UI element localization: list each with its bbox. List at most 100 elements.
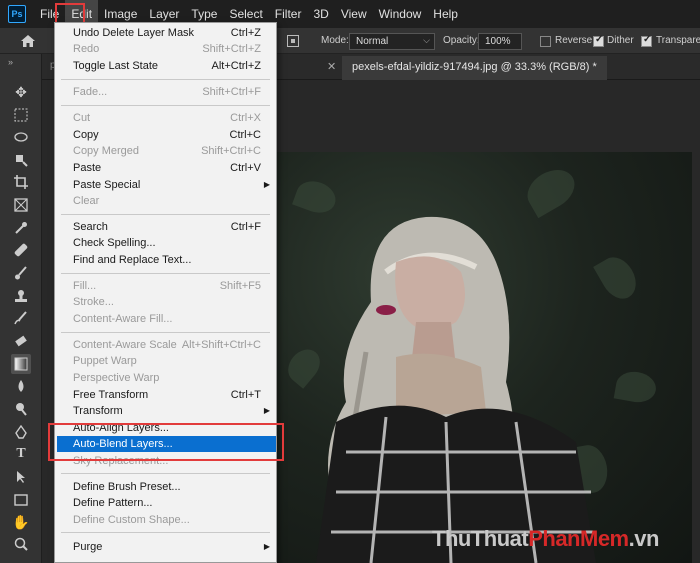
dither-checkbox[interactable] [593,34,604,47]
menu-item-puppet-warp[interactable]: Puppet Warp [55,353,276,369]
marquee-tool-icon[interactable] [11,105,31,125]
menu-item-label: Search [73,221,108,233]
menu-item-label: Redo [73,43,100,55]
menu-item-copy[interactable]: Copy Ctrl+C [55,127,276,143]
menu-item-content-aware-scale[interactable]: Content-Aware Scale Alt+Shift+Ctrl+C [55,337,276,353]
menu-3d[interactable]: 3D [307,0,334,28]
menu-item-label: Toggle Last State [73,60,159,72]
menu-item-label: Transform [73,405,123,417]
menu-item-content-aware-fill[interactable]: Content-Aware Fill... [55,311,276,327]
menu-separator [61,332,270,333]
menu-item-fade[interactable]: Fade... Shift+Ctrl+F [55,84,276,100]
reverse-label: Reverse [555,35,593,46]
chevron-down-icon: ⌵ [423,35,430,45]
menu-item-find-replace[interactable]: Find and Replace Text... [55,252,276,268]
opacity-input[interactable]: 100% [478,33,522,50]
transparency-label: Transparer [656,35,700,46]
menu-item-undo[interactable]: Undo Delete Layer Mask Ctrl+Z [55,25,276,41]
menu-item-cut[interactable]: Cut Ctrl+X [55,110,276,126]
menu-item-shortcut: Ctrl+C [229,129,261,141]
auto-blend-annotation-box [48,423,284,461]
dodge-tool-icon[interactable] [11,399,31,419]
menu-item-paste-special[interactable]: Paste Special ▶ [55,177,276,193]
menu-item-purge[interactable]: Purge ▶ [55,539,276,555]
blur-tool-icon[interactable] [11,376,31,396]
menu-item-define-brush-preset[interactable]: Define Brush Preset... [55,479,276,495]
watermark-logo: ThuThuatPhanMem.vn [432,526,659,552]
menu-separator [61,273,270,274]
home-icon[interactable] [20,33,36,49]
menu-item-copy-merged[interactable]: Copy Merged Shift+Ctrl+C [55,143,276,159]
type-tool-icon[interactable]: T [11,444,31,464]
menu-item-search[interactable]: Search Ctrl+F [55,219,276,235]
menu-item-stroke[interactable]: Stroke... [55,294,276,310]
menu-item-label: Content-Aware Scale [73,339,177,351]
menu-item-clear[interactable]: Clear [55,193,276,209]
menu-item-paste[interactable]: Paste Ctrl+V [55,160,276,176]
watermark-part: PhanMem [528,526,629,551]
menu-view[interactable]: View [335,0,373,28]
menu-separator [61,79,270,80]
submenu-arrow-icon: ▶ [263,406,270,415]
menu-item-define-custom-shape[interactable]: Define Custom Shape... [55,512,276,528]
collapse-icon[interactable]: » [8,57,13,67]
menu-item-label: Check Spelling... [73,237,156,249]
menu-window[interactable]: Window [373,0,428,28]
menu-item-transform[interactable]: Transform ▶ [55,403,276,419]
clone-stamp-tool-icon[interactable] [11,286,31,306]
menu-item-label: Fade... [73,86,108,98]
menu-item-label: Perspective Warp [73,372,160,384]
healing-brush-tool-icon[interactable] [11,240,31,260]
menu-item-free-transform[interactable]: Free Transform Ctrl+T [55,387,276,403]
menu-item-perspective-warp[interactable]: Perspective Warp [55,370,276,386]
path-selection-tool-icon[interactable] [11,467,31,487]
history-brush-tool-icon[interactable] [11,308,31,328]
menu-item-label: Define Brush Preset... [73,481,181,493]
menu-item-shortcut: Shift+Ctrl+F [202,86,261,98]
menu-help[interactable]: Help [427,0,464,28]
menu-separator [61,214,270,215]
close-icon[interactable]: ✕ [327,60,336,73]
menu-item-label: Cut [73,112,91,124]
menu-item-shortcut: Ctrl+T [230,389,261,401]
menu-item-check-spelling[interactable]: Check Spelling... [55,235,276,251]
menu-item-toggle-last-state[interactable]: Toggle Last State Alt+Ctrl+Z [55,58,276,74]
zoom-tool-icon[interactable] [11,534,31,554]
frame-tool-icon[interactable] [11,195,31,215]
gradient-tool-icon[interactable] [11,354,31,374]
submenu-arrow-icon: ▶ [263,542,270,551]
menu-item-label: Content-Aware Fill... [73,313,173,325]
menu-item-define-pattern[interactable]: Define Pattern... [55,495,276,511]
rectangle-tool-icon[interactable] [11,490,31,510]
menu-item-fill[interactable]: Fill... Shift+F5 [55,278,276,294]
menu-item-shortcut: Shift+F5 [219,280,261,292]
menu-item-label: Define Custom Shape... [73,514,190,526]
eyedropper-tool-icon[interactable] [11,218,31,238]
menu-item-label: Clear [73,195,100,207]
menu-item-label: Paste [73,162,102,174]
menu-item-redo[interactable]: Redo Shift+Ctrl+Z [55,41,276,57]
menu-item-shortcut: Alt+Shift+Ctrl+C [181,339,261,351]
menu-item-label: Undo Delete Layer Mask [73,27,195,39]
crop-tool-icon[interactable] [11,172,31,192]
eraser-tool-icon[interactable] [11,331,31,351]
menu-item-label: Find and Replace Text... [73,254,192,266]
hand-tool-icon[interactable]: ✋ [11,512,31,532]
gradient-type-icon[interactable] [287,35,299,47]
reverse-checkbox[interactable] [540,36,551,47]
quick-select-tool-icon[interactable] [11,150,31,170]
mode-select[interactable]: Normal ⌵ [349,33,435,50]
tools-panel: » ✥ T ✋ [0,54,42,563]
pen-tool-icon[interactable] [11,422,31,442]
canvas-photo[interactable] [276,152,692,563]
brush-tool-icon[interactable] [11,263,31,283]
menu-item-label: Fill... [73,280,97,292]
menu-item-shortcut: Ctrl+Z [230,27,261,39]
move-tool-icon[interactable]: ✥ [11,82,31,102]
transparency-checkbox[interactable] [641,34,652,47]
lasso-tool-icon[interactable] [11,128,31,148]
document-tab-active[interactable]: pexels-efdal-yildiz-917494.jpg @ 33.3% (… [342,56,607,80]
dither-label: Dither [607,35,634,46]
mode-value: Normal [356,36,389,47]
menu-item-shortcut: Ctrl+X [230,112,261,124]
